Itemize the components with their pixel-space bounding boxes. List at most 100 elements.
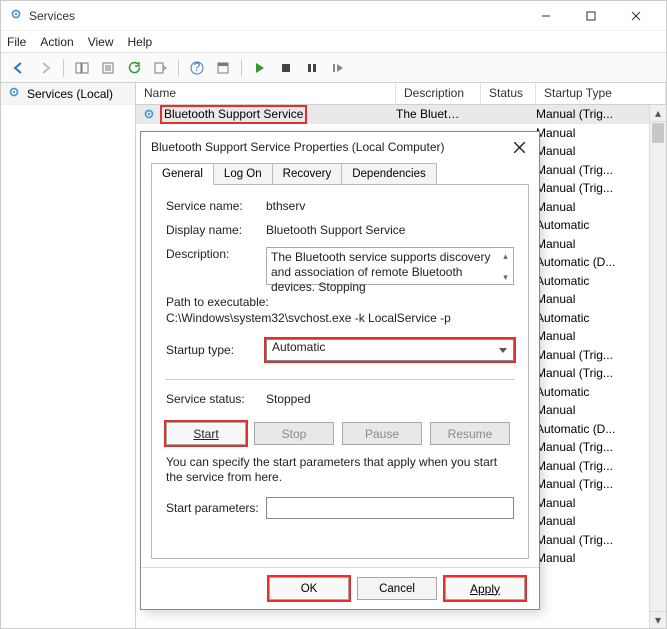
service-startup: Automatic (D...	[528, 255, 649, 269]
window-title: Services	[29, 9, 523, 23]
show-hide-tree-button[interactable]	[70, 56, 94, 80]
service-startup: Automatic	[528, 311, 649, 325]
start-button[interactable]: Start	[166, 422, 246, 445]
resume-button[interactable]: Resume	[430, 422, 510, 445]
column-header-status[interactable]: Status	[481, 83, 536, 104]
services-icon	[7, 85, 21, 102]
label-path: Path to executable:	[166, 295, 514, 309]
description-box[interactable]: The Bluetooth service supports discovery…	[266, 247, 514, 285]
ok-button[interactable]: OK	[269, 577, 349, 600]
pause-service-button[interactable]	[300, 56, 324, 80]
service-startup: Manual	[528, 551, 649, 565]
label-startup-type: Startup type:	[166, 343, 266, 357]
service-name: Bluetooth Support Service	[160, 105, 307, 124]
export-button[interactable]	[96, 56, 120, 80]
label-display-name: Display name:	[166, 223, 266, 237]
startup-type-select[interactable]: Automatic	[266, 339, 514, 361]
nav-back-button[interactable]	[7, 56, 31, 80]
cancel-button[interactable]: Cancel	[357, 577, 437, 600]
sidebar-item-label: Services (Local)	[27, 87, 113, 101]
value-service-name: bthserv	[266, 199, 305, 213]
list-header: Name Description Status Startup Type	[136, 83, 666, 105]
restart-service-button[interactable]	[326, 56, 350, 80]
label-service-status: Service status:	[166, 392, 266, 406]
maximize-button[interactable]	[568, 2, 613, 30]
menu-help[interactable]: Help	[128, 35, 153, 49]
sidebar: Services (Local)	[1, 83, 136, 628]
service-startup: Manual (Trig...	[528, 348, 649, 362]
apply-button[interactable]: Apply	[445, 577, 525, 600]
dialog-close-button[interactable]	[509, 137, 529, 157]
service-icon	[142, 107, 156, 121]
tab-general[interactable]: General	[151, 163, 214, 185]
dialog-titlebar: Bluetooth Support Service Properties (Lo…	[141, 132, 539, 162]
value-description: The Bluetooth service supports discovery…	[271, 250, 490, 294]
nav-forward-button[interactable]	[33, 56, 57, 80]
sidebar-item-services-local[interactable]: Services (Local)	[1, 83, 135, 105]
dialog-tabs: General Log On Recovery Dependencies	[141, 162, 539, 184]
service-startup: Manual (Trig...	[528, 440, 649, 454]
startup-type-value: Automatic	[272, 340, 325, 354]
menu-action[interactable]: Action	[40, 35, 73, 49]
titlebar: Services	[1, 1, 666, 31]
menubar: File Action View Help	[1, 31, 666, 53]
label-description: Description:	[166, 247, 266, 261]
service-startup: Automatic	[528, 218, 649, 232]
services-window: Services File Action View Help ?	[0, 0, 667, 629]
service-startup: Manual	[528, 403, 649, 417]
service-startup: Manual (Trig...	[528, 533, 649, 547]
service-startup: Manual	[528, 496, 649, 510]
service-startup: Manual (Trig...	[528, 163, 649, 177]
service-startup: Manual (Trig...	[528, 459, 649, 473]
column-header-description[interactable]: Description	[396, 83, 481, 104]
service-startup: Automatic (D...	[528, 422, 649, 436]
service-startup: Manual	[528, 292, 649, 306]
column-header-startup[interactable]: Startup Type	[536, 83, 666, 104]
value-service-status: Stopped	[266, 392, 311, 406]
dialog-footer: OK Cancel Apply	[141, 567, 539, 609]
service-startup: Manual (Trig...	[528, 366, 649, 380]
column-header-name[interactable]: Name	[136, 83, 396, 104]
start-params-input[interactable]	[266, 497, 514, 519]
service-startup: Automatic	[528, 385, 649, 399]
desc-scroll-down[interactable]: ▾	[498, 269, 513, 284]
vertical-scrollbar[interactable]: ▴ ▾	[649, 105, 666, 628]
refresh-button[interactable]	[122, 56, 146, 80]
scroll-down-arrow[interactable]: ▾	[650, 611, 666, 628]
service-startup: Manual	[528, 514, 649, 528]
desc-scroll-up[interactable]: ▴	[498, 248, 513, 263]
service-startup: Manual	[528, 126, 649, 140]
properties-button[interactable]	[211, 56, 235, 80]
value-path: C:\Windows\system32\svchost.exe -k Local…	[166, 311, 514, 325]
export-list-button[interactable]	[148, 56, 172, 80]
help-button[interactable]: ?	[185, 56, 209, 80]
service-startup: Manual	[528, 200, 649, 214]
tab-logon[interactable]: Log On	[213, 163, 273, 185]
scroll-up-arrow[interactable]: ▴	[650, 105, 666, 122]
toolbar: ?	[1, 53, 666, 83]
service-startup: Manual (Trig...	[528, 181, 649, 195]
menu-file[interactable]: File	[7, 35, 26, 49]
service-startup: Manual	[528, 144, 649, 158]
close-button[interactable]	[613, 2, 658, 30]
service-startup: Manual (Trig...	[528, 107, 649, 121]
dialog-title: Bluetooth Support Service Properties (Lo…	[151, 140, 509, 154]
svg-text:?: ?	[194, 61, 201, 74]
service-startup: Manual (Trig...	[528, 477, 649, 491]
tab-recovery[interactable]: Recovery	[272, 163, 343, 185]
start-params-hint: You can specify the start parameters tha…	[166, 455, 514, 485]
service-row[interactable]: Bluetooth Support Service The Bluetoo... M…	[136, 105, 649, 124]
stop-button[interactable]: Stop	[254, 422, 334, 445]
tab-dependencies[interactable]: Dependencies	[341, 163, 437, 185]
properties-dialog: Bluetooth Support Service Properties (Lo…	[140, 131, 540, 610]
app-icon	[9, 7, 23, 24]
menu-view[interactable]: View	[88, 35, 114, 49]
scroll-thumb[interactable]	[652, 123, 664, 143]
pause-button[interactable]: Pause	[342, 422, 422, 445]
minimize-button[interactable]	[523, 2, 568, 30]
start-service-button[interactable]	[248, 56, 272, 80]
service-startup: Manual	[528, 329, 649, 343]
stop-service-button[interactable]	[274, 56, 298, 80]
dialog-body: Service name: bthserv Display name: Blue…	[151, 184, 529, 559]
service-description: The Bluetoo...	[388, 107, 473, 121]
